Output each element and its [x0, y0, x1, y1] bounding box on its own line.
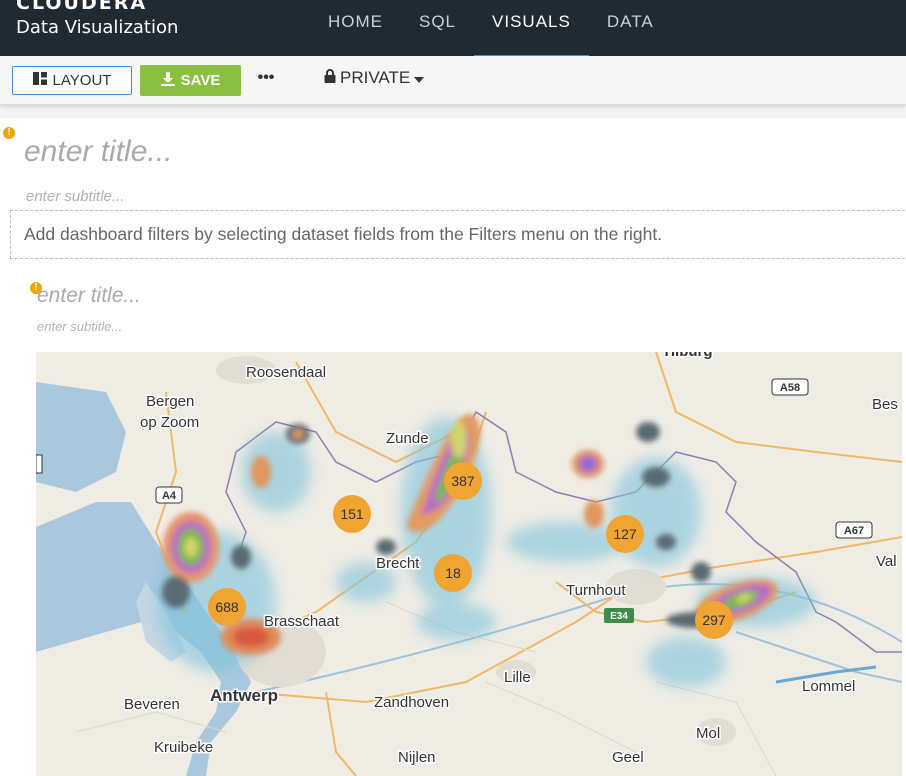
layout-icon	[32, 72, 47, 89]
more-options-button[interactable]: •••	[256, 66, 276, 94]
place-label: Zandhoven	[374, 694, 449, 711]
dashboard-title-input[interactable]: enter title...	[24, 135, 172, 169]
layout-label: LAYOUT	[52, 72, 112, 89]
place-label: op Zoom	[140, 414, 199, 431]
caret-down-icon	[414, 68, 425, 88]
cluster-marker[interactable]: 127	[606, 515, 644, 553]
visual-title-input[interactable]: enter title...	[37, 284, 141, 308]
app-name: Data Visualization	[16, 17, 179, 38]
lock-icon	[324, 68, 336, 88]
top-nav-bar: CLOUDERA Data Visualization HOME SQL VIS…	[0, 0, 906, 59]
road-shield-e34: E34	[604, 608, 634, 623]
place-label: Beveren	[124, 696, 180, 713]
dashboard-canvas: ! enter title... enter subtitle... Add d…	[0, 118, 906, 776]
road-shield-a58: A58	[771, 378, 809, 396]
svg-text:A67: A67	[844, 525, 864, 537]
dashboard-subtitle-input[interactable]: enter subtitle...	[26, 188, 124, 205]
place-label: Nijlen	[398, 749, 436, 766]
dashboard-toolbar: LAYOUT SAVE ••• PRIVATE	[0, 56, 906, 105]
place-label: Bergen	[146, 393, 194, 410]
place-label: Zunde	[386, 430, 429, 447]
svg-text:688: 688	[215, 599, 239, 615]
filter-hint: Add dashboard filters by selecting datas…	[24, 224, 663, 244]
place-label: Roosendaal	[246, 364, 326, 381]
svg-text:151: 151	[340, 506, 364, 522]
svg-text:297: 297	[702, 612, 726, 628]
cluster-marker[interactable]: 151	[333, 495, 371, 533]
heatmap-map[interactable]: A58 A4 A67 E34 Roosendaal Bergen op Zoom…	[36, 352, 902, 776]
road-shield-fragment	[36, 454, 43, 474]
save-button[interactable]: SAVE	[140, 65, 241, 96]
place-label: Mol	[696, 725, 720, 742]
nav-visuals[interactable]: VISUALS	[474, 0, 589, 59]
place-label: Geel	[612, 749, 644, 766]
save-label: SAVE	[180, 72, 221, 89]
layout-button[interactable]: LAYOUT	[12, 66, 132, 95]
place-label: Val	[876, 553, 897, 570]
svg-text:387: 387	[451, 473, 475, 489]
svg-text:A58: A58	[780, 382, 800, 394]
cluster-marker[interactable]: 387	[444, 462, 482, 500]
place-label: Lommel	[802, 678, 855, 695]
svg-text:18: 18	[445, 565, 461, 581]
road-shield-a4: A4	[155, 486, 183, 504]
place-label: Antwerp	[210, 686, 278, 705]
place-label: Kruibeke	[154, 739, 213, 756]
svg-text:E34: E34	[610, 611, 628, 622]
filter-drop-zone[interactable]: Add dashboard filters by selecting datas…	[10, 210, 906, 259]
download-icon	[160, 71, 175, 90]
svg-text:127: 127	[613, 526, 637, 542]
road-shield-a67: A67	[835, 521, 873, 539]
place-label: Brecht	[376, 555, 420, 572]
visual-subtitle-input[interactable]: enter subtitle...	[37, 319, 122, 334]
cluster-marker[interactable]: 18	[434, 554, 472, 592]
place-label: Brasschaat	[264, 613, 340, 630]
place-label: Lille	[504, 669, 531, 686]
place-label: Bes	[872, 396, 898, 413]
cloudera-logo: CLOUDERA	[16, 0, 148, 14]
privacy-label: PRIVATE	[340, 68, 411, 87]
nav-sql[interactable]: SQL	[401, 0, 474, 56]
cluster-marker[interactable]: 297	[695, 601, 733, 639]
privacy-dropdown[interactable]: PRIVATE	[324, 68, 425, 88]
nav-data[interactable]: DATA	[589, 0, 672, 56]
title-warning-icon: !	[3, 127, 15, 139]
svg-text:A4: A4	[162, 490, 177, 502]
place-label: Turnhout	[566, 582, 626, 599]
cluster-marker[interactable]: 688	[208, 588, 246, 626]
main-nav: HOME SQL VISUALS DATA	[310, 0, 672, 59]
place-label: Tilburg	[662, 352, 713, 360]
brand[interactable]: CLOUDERA Data Visualization	[16, 0, 178, 40]
nav-home[interactable]: HOME	[310, 0, 401, 56]
